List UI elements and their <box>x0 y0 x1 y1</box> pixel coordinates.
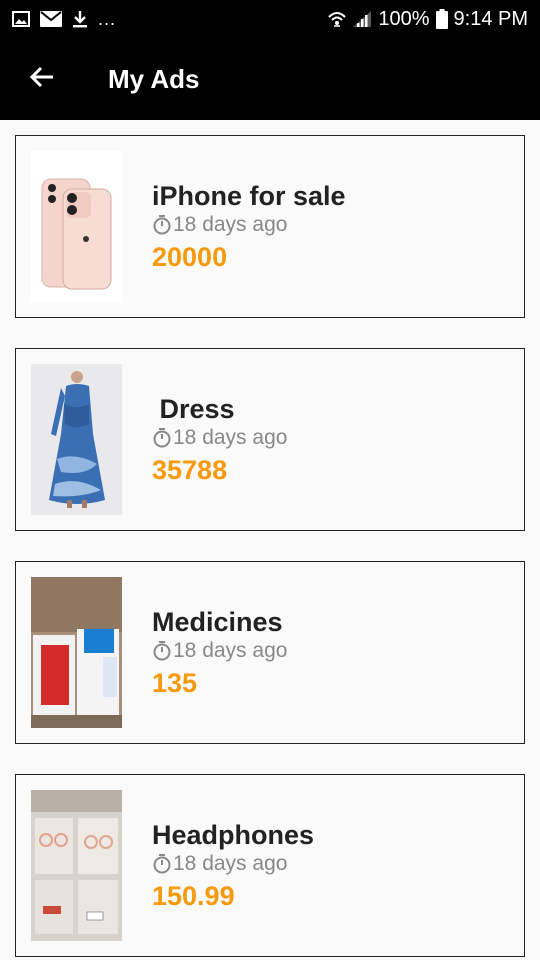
ad-title: Medicines <box>152 607 283 637</box>
ad-card[interactable]: iPhone for sale 18 days ago 20000 <box>15 135 525 318</box>
back-button[interactable] <box>0 38 84 120</box>
ad-time-text: 18 days ago <box>173 213 288 236</box>
ad-card[interactable]: Headphones 18 days ago 150.99 <box>15 774 525 957</box>
ad-image <box>31 577 122 728</box>
ad-title: Headphones <box>152 820 315 850</box>
ad-time: 18 days ago <box>152 424 287 452</box>
more-notifications: ... <box>98 8 117 29</box>
battery-icon <box>435 9 448 29</box>
ad-time-text: 18 days ago <box>173 426 288 449</box>
ad-time-text: 18 days ago <box>173 852 288 875</box>
ad-card[interactable]: Medicines 18 days ago 135 <box>15 561 525 744</box>
status-bar: ... 100% 9:14 PM <box>0 0 540 38</box>
wifi-icon <box>328 10 347 28</box>
timer-icon <box>152 854 172 874</box>
ad-card[interactable]: Dress 18 days ago 35788 <box>15 348 525 531</box>
ad-price: 20000 <box>152 242 228 272</box>
arrow-left-icon <box>29 66 55 93</box>
ad-time-text: 18 days ago <box>173 639 288 662</box>
clock: 9:14 PM <box>453 7 528 30</box>
ad-time: 18 days ago <box>152 637 287 665</box>
mail-icon <box>40 11 62 27</box>
ad-image <box>31 790 122 941</box>
image-icon <box>12 11 30 27</box>
signal-icon <box>352 10 372 28</box>
battery-level: 100% <box>378 7 430 30</box>
ad-title: Dress <box>152 394 235 424</box>
ad-time: 18 days ago <box>152 850 314 878</box>
app-bar: My Ads <box>0 38 540 120</box>
ad-price: 135 <box>152 668 198 698</box>
timer-icon <box>152 215 172 235</box>
ad-image <box>31 364 122 515</box>
timer-icon <box>152 641 172 661</box>
page-title: My Ads <box>108 63 200 94</box>
ad-price: 150.99 <box>152 881 235 911</box>
ad-image <box>31 151 122 302</box>
download-icon <box>72 10 88 28</box>
ad-title: iPhone for sale <box>152 181 346 211</box>
ad-time: 18 days ago <box>152 211 346 239</box>
timer-icon <box>152 428 172 448</box>
ad-price: 35788 <box>152 455 228 485</box>
